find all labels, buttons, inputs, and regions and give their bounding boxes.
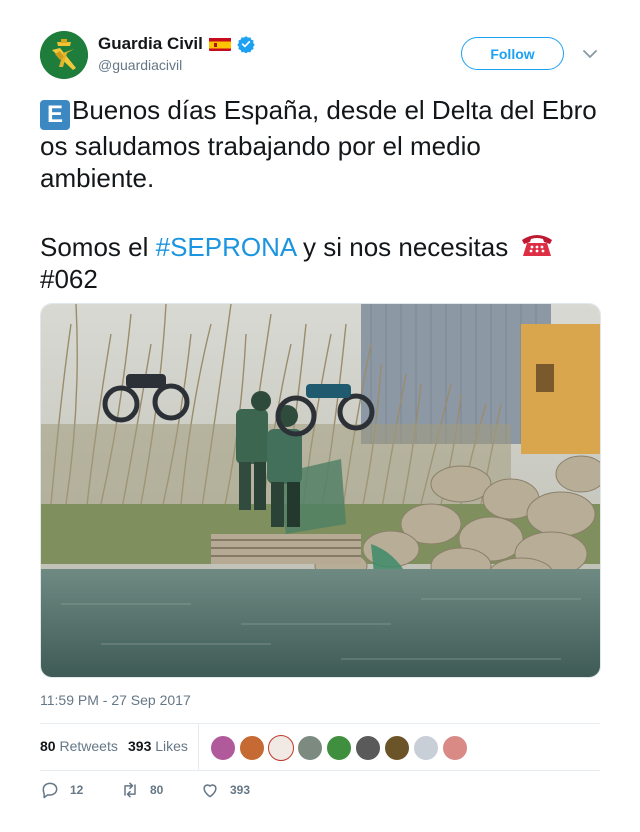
verified-badge-icon bbox=[237, 35, 255, 54]
liker-avatar[interactable] bbox=[268, 735, 294, 761]
like-action[interactable]: 393 bbox=[200, 780, 250, 800]
reply-icon bbox=[42, 782, 58, 799]
retweet-action[interactable]: 80 bbox=[120, 780, 163, 800]
liker-avatar[interactable] bbox=[297, 735, 323, 761]
tweet-text: E Buenos días España, desde el Delta del … bbox=[40, 94, 600, 295]
retweet-icon bbox=[124, 782, 136, 798]
tweet-line-2-pre: Somos el bbox=[40, 232, 156, 262]
display-name-row[interactable]: Guardia Civil bbox=[98, 34, 255, 54]
e-letter-icon: E bbox=[40, 100, 70, 130]
hashtag-seprona[interactable]: #SEPRONA bbox=[156, 232, 296, 262]
reply-action[interactable]: 12 bbox=[40, 780, 83, 800]
user-handle[interactable]: @guardiacivil bbox=[98, 57, 255, 73]
liker-avatar[interactable] bbox=[413, 735, 439, 761]
reply-count: 12 bbox=[70, 783, 84, 797]
tweet-line-1: Buenos días España, desde el Delta del E… bbox=[40, 95, 597, 193]
likes-label: Likes bbox=[155, 738, 188, 754]
photo-guardia-civil-officers bbox=[41, 304, 600, 677]
retweets-stat[interactable]: 80 Retweets bbox=[40, 738, 118, 754]
like-icon bbox=[203, 784, 217, 798]
guardia-civil-logo bbox=[40, 31, 88, 79]
telephone-icon bbox=[519, 230, 555, 258]
tweet-spacer bbox=[40, 194, 600, 230]
spain-flag-icon bbox=[208, 37, 231, 51]
liker-avatar[interactable] bbox=[442, 735, 468, 761]
likes-count: 393 bbox=[128, 738, 152, 754]
tweet-line-2-post: y si nos necesitas bbox=[295, 232, 509, 262]
liker-avatar[interactable] bbox=[239, 735, 265, 761]
chevron-down-icon[interactable] bbox=[583, 49, 597, 59]
liker-avatar[interactable] bbox=[326, 735, 352, 761]
liker-avatar[interactable] bbox=[210, 735, 236, 761]
tweet-photo[interactable] bbox=[40, 303, 601, 678]
retweets-count: 80 bbox=[40, 738, 56, 754]
liker-avatar[interactable] bbox=[355, 735, 381, 761]
retweet-count: 80 bbox=[150, 783, 164, 797]
tweet-actions: 12 80 393 bbox=[40, 780, 600, 804]
liker-avatar[interactable] bbox=[384, 735, 410, 761]
tweet-timestamp[interactable]: 11:59 PM - 27 Sep 2017 bbox=[40, 692, 191, 708]
tweet-header: Guardia Civil @guardiacivil Follow bbox=[40, 31, 600, 81]
stats-bottom-divider bbox=[40, 770, 600, 771]
tweet-paragraph-1: E Buenos días España, desde el Delta del … bbox=[40, 94, 600, 194]
tweet-paragraph-2: Somos el #SEPRONA y si nos necesitas #06… bbox=[40, 230, 600, 295]
user-names: Guardia Civil @guardiacivil bbox=[98, 34, 255, 73]
likes-stat[interactable]: 393 Likes bbox=[128, 738, 188, 754]
follow-button[interactable]: Follow bbox=[461, 37, 564, 70]
hashtag-062[interactable]: #062 bbox=[40, 264, 98, 294]
stats-separator bbox=[198, 724, 199, 770]
tweet-stats: 80 Retweets 393 Likes bbox=[40, 724, 600, 770]
like-count: 393 bbox=[230, 783, 251, 797]
display-name[interactable]: Guardia Civil bbox=[98, 34, 203, 54]
retweets-label: Retweets bbox=[59, 738, 118, 754]
avatar[interactable] bbox=[40, 31, 88, 79]
